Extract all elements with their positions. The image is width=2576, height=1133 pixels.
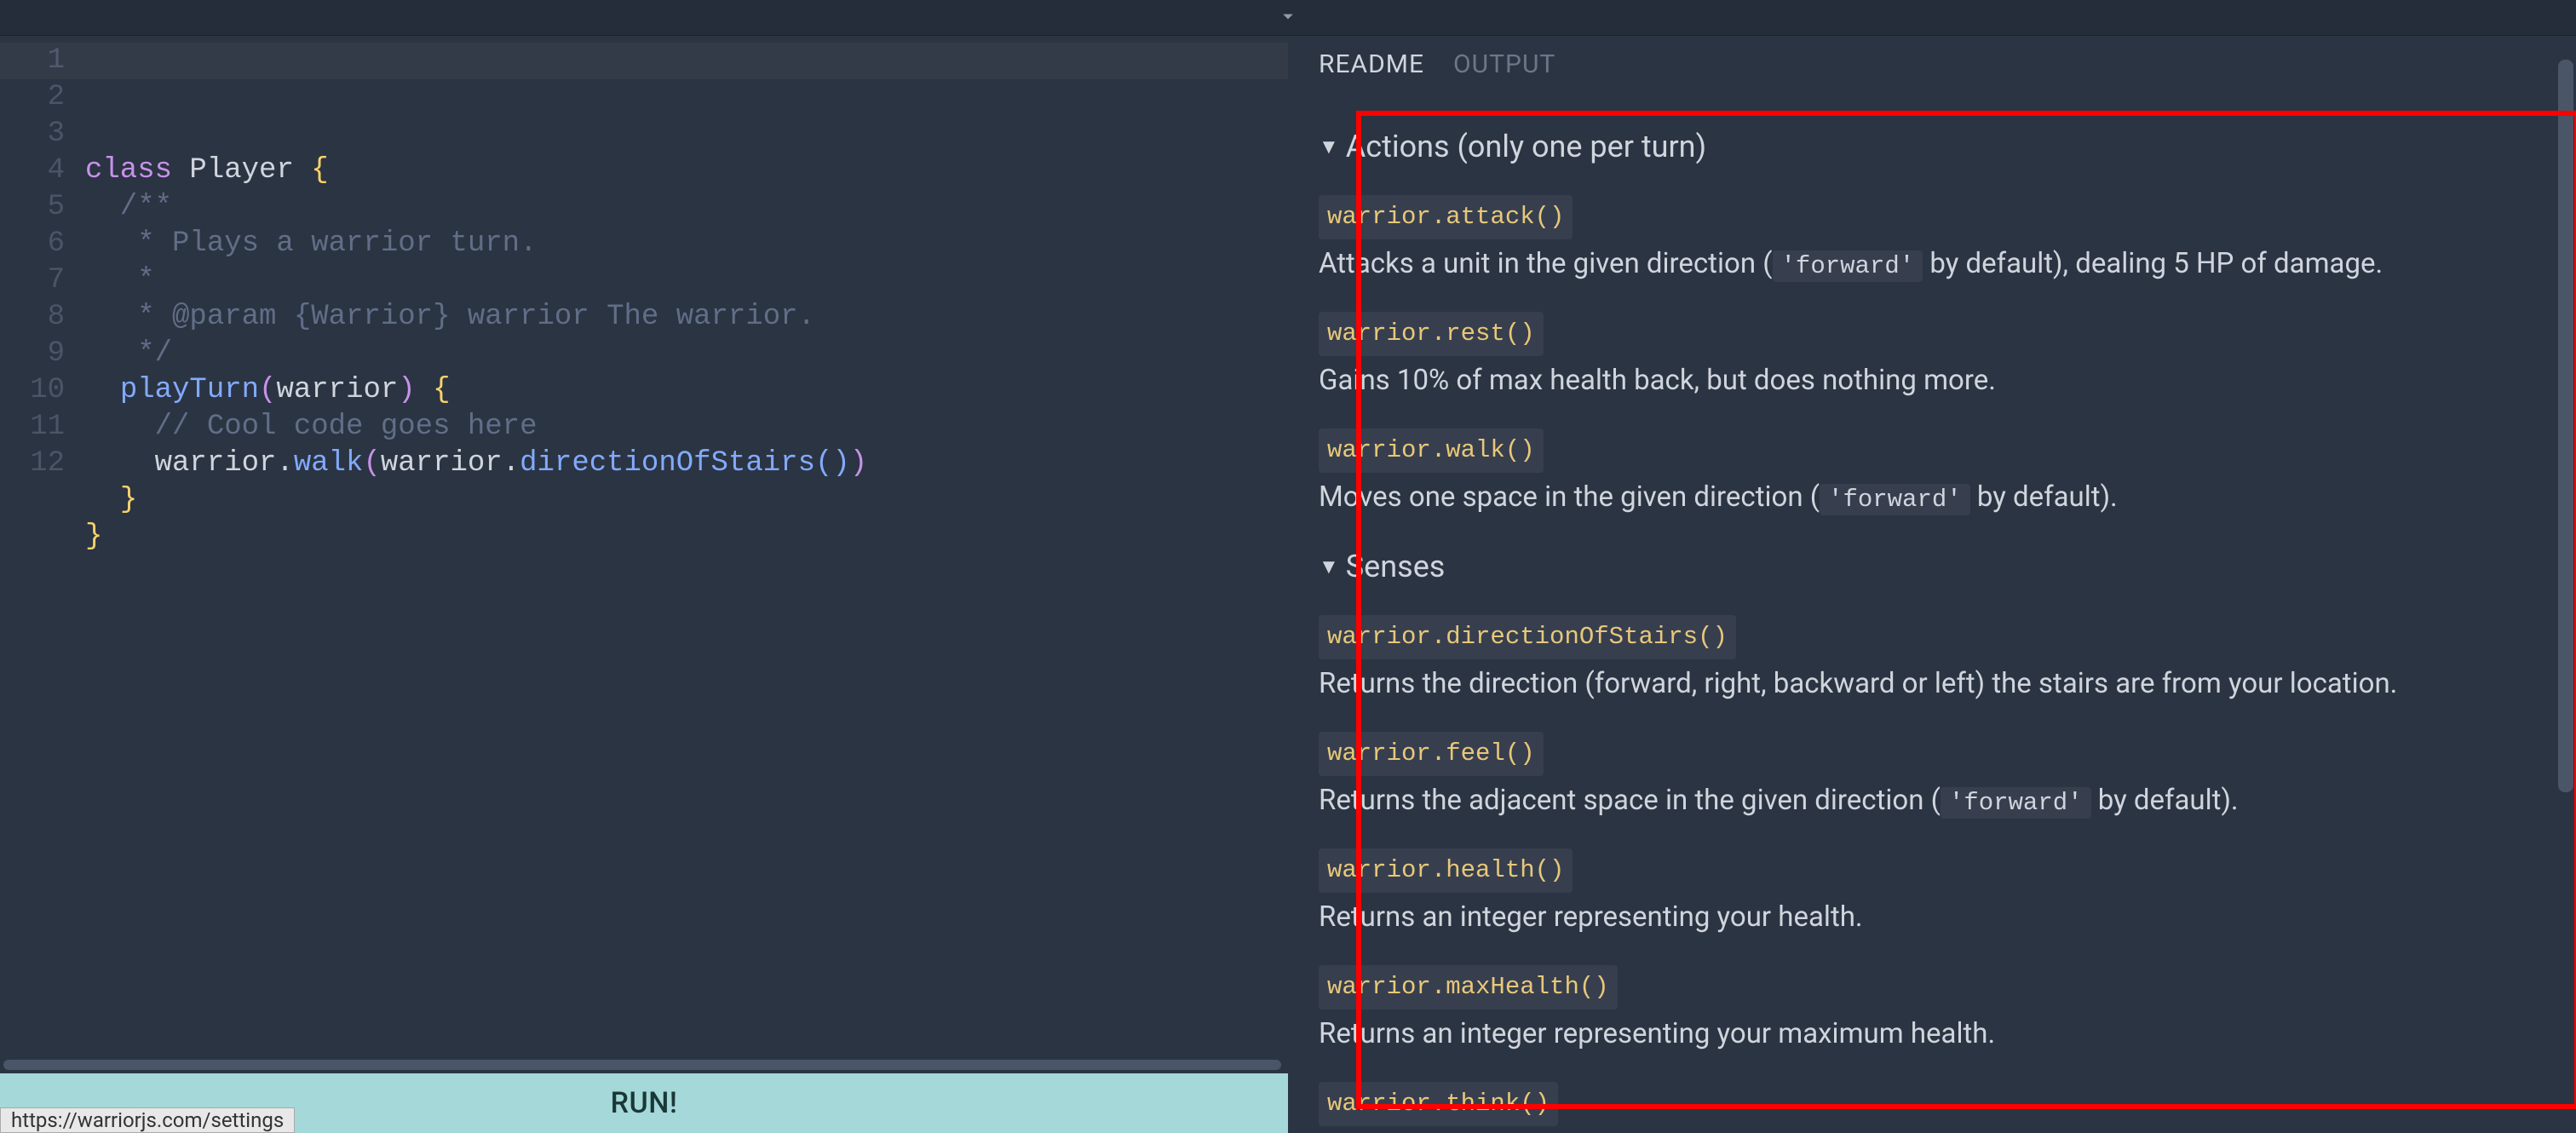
api-method-code: warrior.rest() xyxy=(1319,312,1544,356)
line-number: 10 xyxy=(0,372,65,409)
api-description: Returns the adjacent space in the given … xyxy=(1319,779,2535,822)
inline-code: 'forward' xyxy=(1941,787,2091,819)
line-number: 3 xyxy=(0,116,65,152)
api-description: Returns an integer representing your max… xyxy=(1319,1013,2535,1055)
code-line[interactable]: class Player { xyxy=(85,152,1288,189)
api-method-code: warrior.maxHealth() xyxy=(1319,965,1618,1009)
active-line-highlight xyxy=(0,43,1288,79)
vertical-scrollbar[interactable] xyxy=(2556,36,2576,1133)
scrollbar-thumb[interactable] xyxy=(2558,60,2573,792)
horizontal-scrollbar[interactable] xyxy=(0,1056,1288,1073)
api-method-code: warrior.directionOfStairs() xyxy=(1319,615,1736,659)
line-number: 6 xyxy=(0,226,65,262)
line-number: 1 xyxy=(0,43,65,79)
line-number: 11 xyxy=(0,409,65,446)
api-item: warrior.walk()Moves one space in the giv… xyxy=(1319,427,2535,518)
api-item: warrior.rest()Gains 10% of max health ba… xyxy=(1319,310,2535,401)
section-title: Senses xyxy=(1346,543,1446,590)
code-line[interactable]: */ xyxy=(85,336,1288,372)
api-item: warrior.think() xyxy=(1319,1080,2535,1126)
line-number: 12 xyxy=(0,446,65,482)
line-number: 9 xyxy=(0,336,65,372)
api-item: warrior.attack()Attacks a unit in the gi… xyxy=(1319,193,2535,285)
code-line[interactable]: * xyxy=(85,262,1288,299)
code-line[interactable]: // Cool code goes here xyxy=(85,409,1288,446)
api-item: warrior.directionOfStairs()Returns the d… xyxy=(1319,613,2535,705)
triangle-down-icon: ▼ xyxy=(1319,131,1339,162)
section-toggle[interactable]: ▼Senses xyxy=(1319,543,2535,590)
triangle-down-icon: ▼ xyxy=(1319,551,1339,582)
line-gutter: 123456789101112 xyxy=(0,36,85,1056)
api-description: Moves one space in the given direction (… xyxy=(1319,476,2535,519)
line-number: 5 xyxy=(0,189,65,226)
code-line[interactable]: * @param {Warrior} warrior The warrior. xyxy=(85,299,1288,336)
api-item: warrior.health()Returns an integer repre… xyxy=(1319,847,2535,938)
api-item: warrior.maxHealth()Returns an integer re… xyxy=(1319,963,2535,1055)
line-number: 4 xyxy=(0,152,65,189)
code-line[interactable]: playTurn(warrior) { xyxy=(85,372,1288,409)
code-content[interactable]: class Player { /** * Plays a warrior tur… xyxy=(85,36,1288,1056)
scrollbar-thumb[interactable] xyxy=(3,1060,1281,1070)
editor-panel: 123456789101112 class Player { /** * Pla… xyxy=(0,0,1288,1133)
code-line[interactable]: warrior.walk(warrior.directionOfStairs()… xyxy=(85,446,1288,482)
api-description: Attacks a unit in the given direction ('… xyxy=(1319,243,2535,285)
code-line[interactable]: } xyxy=(85,482,1288,519)
api-method-code: warrior.think() xyxy=(1319,1082,1558,1126)
api-method-code: warrior.walk() xyxy=(1319,428,1544,473)
api-description: Returns an integer representing your hea… xyxy=(1319,896,2535,939)
code-line[interactable]: * Plays a warrior turn. xyxy=(85,226,1288,262)
inline-code: 'forward' xyxy=(1820,484,1970,515)
api-description: Gains 10% of max health back, but does n… xyxy=(1319,359,2535,402)
api-method-code: warrior.attack() xyxy=(1319,195,1573,239)
status-bar-url: https://warriorjs.com/settings xyxy=(0,1107,295,1133)
tab-output[interactable]: OUTPUT xyxy=(1453,49,1555,79)
readme-content[interactable]: ▼Actions (only one per turn)warrior.atta… xyxy=(1288,89,2576,1133)
code-editor[interactable]: 123456789101112 class Player { /** * Pla… xyxy=(0,36,1288,1056)
api-item: warrior.feel()Returns the adjacent space… xyxy=(1319,730,2535,821)
docs-panel: README OUTPUT ▼Actions (only one per tur… xyxy=(1288,0,2576,1133)
chevron-down-icon xyxy=(1276,4,1300,32)
api-method-code: warrior.feel() xyxy=(1319,732,1544,776)
section-title: Actions (only one per turn) xyxy=(1346,124,1706,170)
inline-code: 'forward' xyxy=(1773,250,1923,282)
code-line[interactable] xyxy=(85,555,1288,592)
tab-readme[interactable]: README xyxy=(1319,49,1424,79)
code-line[interactable]: } xyxy=(85,519,1288,555)
line-number: 7 xyxy=(0,262,65,299)
section-toggle[interactable]: ▼Actions (only one per turn) xyxy=(1319,124,2535,170)
line-number: 8 xyxy=(0,299,65,336)
collapse-toggle[interactable] xyxy=(0,0,2576,36)
api-description: Returns the direction (forward, right, b… xyxy=(1319,663,2535,705)
tabs: README OUTPUT xyxy=(1288,36,2576,89)
line-number: 2 xyxy=(0,79,65,116)
code-line[interactable]: /** xyxy=(85,189,1288,226)
api-method-code: warrior.health() xyxy=(1319,848,1573,893)
